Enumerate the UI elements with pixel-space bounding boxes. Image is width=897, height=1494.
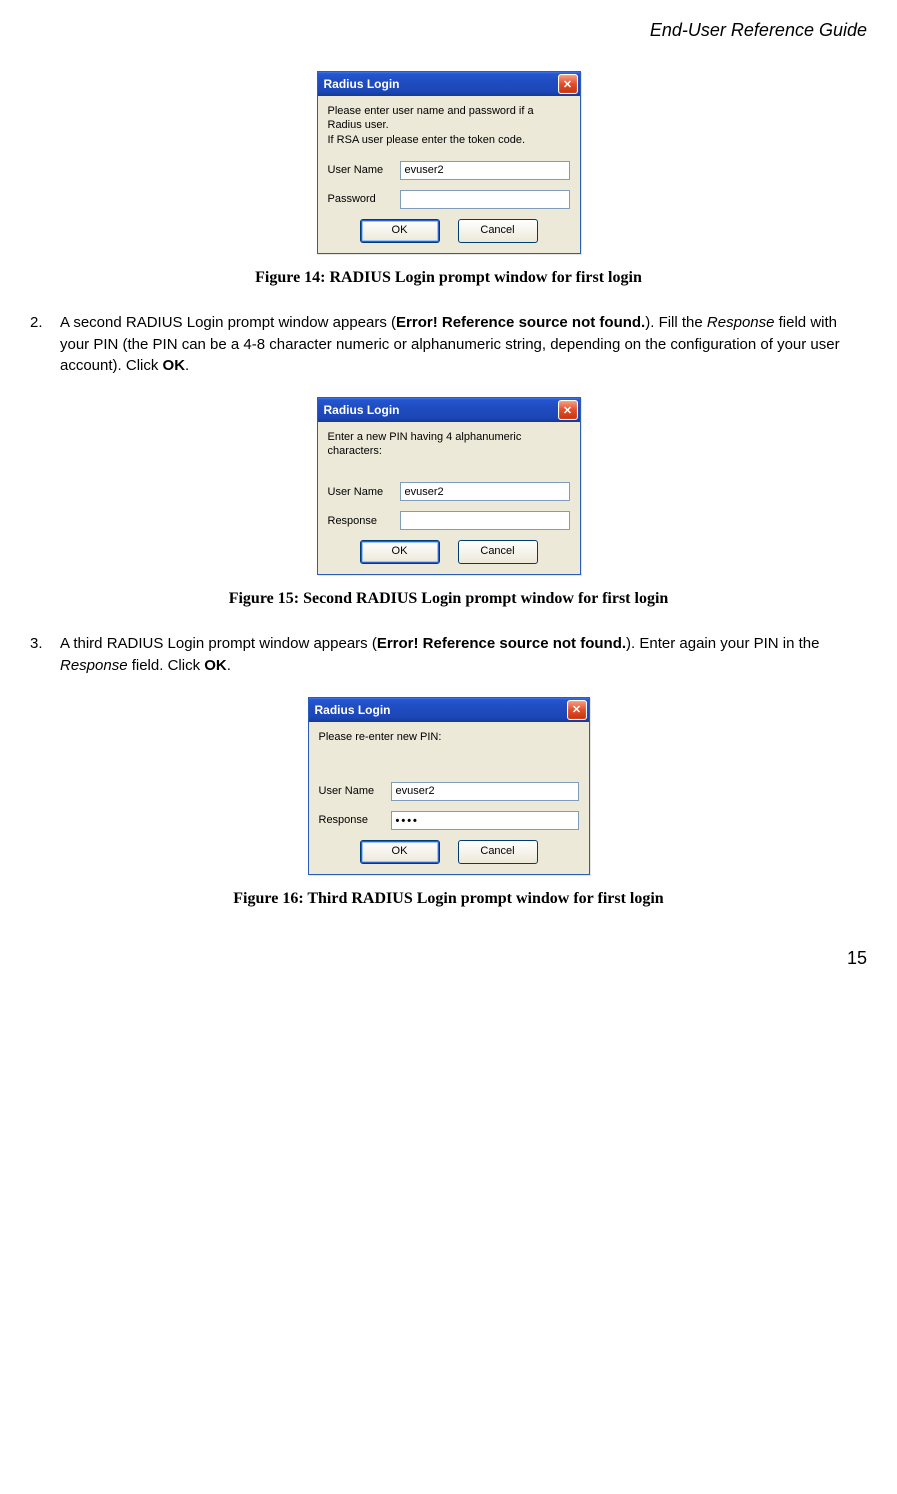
cancel-button[interactable]: Cancel [458,840,538,864]
list-number: 2. [30,312,60,377]
dialog-instructions: Enter a new PIN having 4 alphanumeric ch… [328,430,570,468]
text: A second RADIUS Login prompt window appe… [60,314,396,331]
dialog-title: Radius Login [324,403,400,417]
page-number: 15 [30,948,867,969]
titlebar: Radius Login ✕ [309,698,589,722]
username-input[interactable] [400,482,570,501]
ok-button[interactable]: OK [360,219,440,243]
list-text: A second RADIUS Login prompt window appe… [60,312,867,377]
list-number: 3. [30,633,60,677]
radius-login-dialog-3: Radius Login ✕ Please re-enter new PIN: … [308,697,590,875]
cancel-button[interactable]: Cancel [458,219,538,243]
password-label: Password [328,193,400,205]
page-header: End-User Reference Guide [30,20,867,41]
figure-caption-16: Figure 16: Third RADIUS Login prompt win… [30,890,867,908]
list-item-3: 3. A third RADIUS Login prompt window ap… [30,633,867,677]
dialog-instructions: Please re-enter new PIN: [319,730,579,768]
username-label: User Name [328,486,400,498]
figure-caption-15: Figure 15: Second RADIUS Login prompt wi… [30,590,867,608]
username-input[interactable] [400,161,570,180]
dialog-title: Radius Login [324,77,400,91]
dialog-title: Radius Login [315,703,391,717]
titlebar: Radius Login ✕ [318,72,580,96]
list-text: A third RADIUS Login prompt window appea… [60,633,867,677]
radius-login-dialog-2: Radius Login ✕ Enter a new PIN having 4 … [317,397,581,575]
password-input[interactable] [400,190,570,209]
instruction-line: If RSA user please enter the token code. [328,134,526,146]
field-ref: Response [60,657,128,674]
text: A third RADIUS Login prompt window appea… [60,635,377,652]
instruction-line: Please enter user name and password if a… [328,105,534,131]
text: . [185,357,189,374]
close-icon[interactable]: ✕ [567,700,587,720]
titlebar: Radius Login ✕ [318,398,580,422]
field-ref: Response [707,314,775,331]
response-input[interactable]: •••• [391,811,579,830]
dialog-instructions: Please enter user name and password if a… [328,104,570,147]
close-icon[interactable]: ✕ [558,74,578,94]
list-item-2: 2. A second RADIUS Login prompt window a… [30,312,867,377]
text: ). Enter again your PIN in the [626,635,819,652]
close-icon[interactable]: ✕ [558,400,578,420]
text: . [227,657,231,674]
ok-button[interactable]: OK [360,840,440,864]
username-label: User Name [328,164,400,176]
text: ). Fill the [645,314,707,331]
figure-caption-14: Figure 14: RADIUS Login prompt window fo… [30,269,867,287]
username-input[interactable] [391,782,579,801]
button-ref: OK [163,357,186,374]
username-label: User Name [319,785,391,797]
ok-button[interactable]: OK [360,540,440,564]
button-ref: OK [204,657,227,674]
response-label: Response [319,814,391,826]
radius-login-dialog-1: Radius Login ✕ Please enter user name an… [317,71,581,254]
error-ref: Error! Reference source not found. [396,314,645,331]
response-label: Response [328,515,400,527]
text: field. Click [128,657,205,674]
error-ref: Error! Reference source not found. [377,635,626,652]
cancel-button[interactable]: Cancel [458,540,538,564]
response-input[interactable] [400,511,570,530]
